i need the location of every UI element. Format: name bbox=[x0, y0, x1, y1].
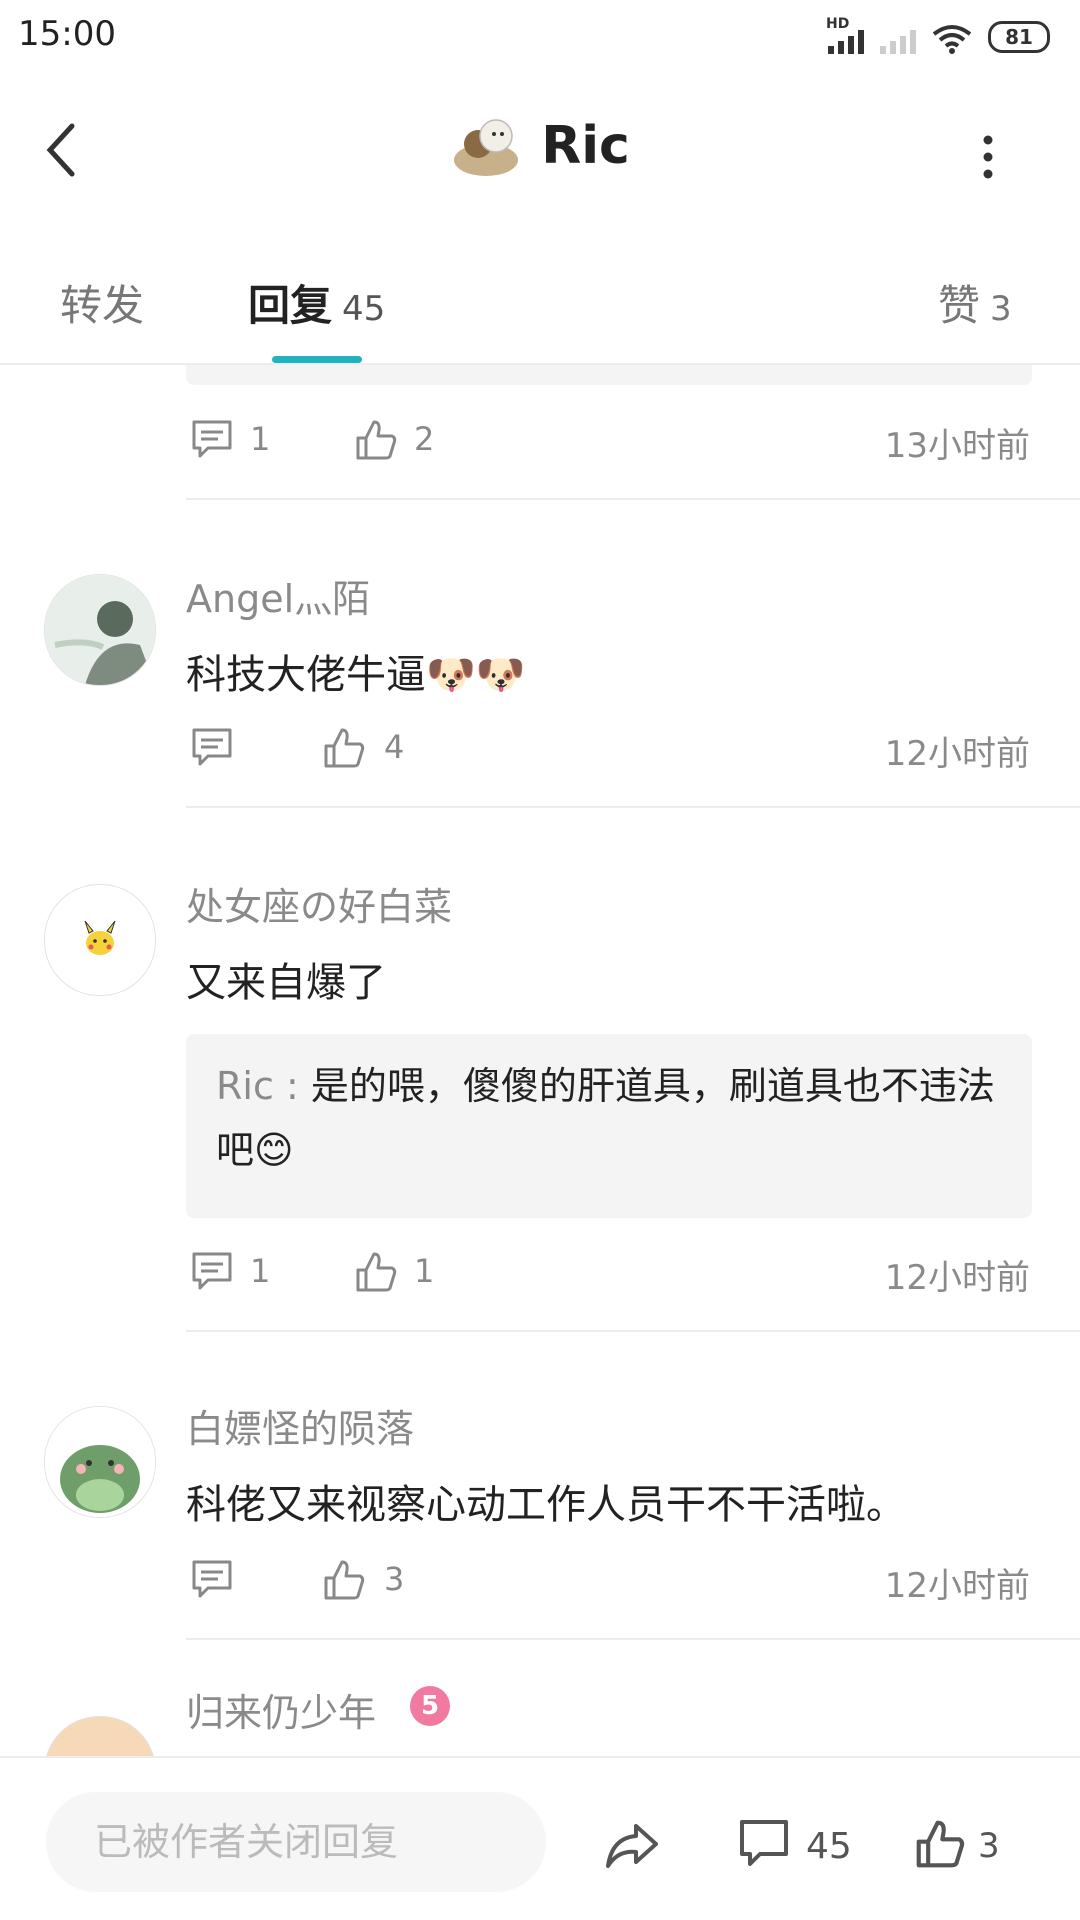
comment-time: 12小时前 bbox=[884, 734, 1030, 774]
comment-time: 13小时前 bbox=[884, 426, 1030, 466]
level-badge: 5 bbox=[410, 1686, 450, 1726]
thumbs-up-icon[interactable] bbox=[322, 726, 366, 770]
avatar[interactable] bbox=[44, 1406, 156, 1518]
comment-text: 科佬又来视察心动工作人员干不干活啦。 bbox=[186, 1482, 906, 1528]
quote-separator: : bbox=[273, 1064, 311, 1108]
like-count: 1 bbox=[414, 1252, 435, 1290]
comment-icon[interactable] bbox=[190, 418, 234, 462]
quote-box[interactable]: Ric : 是的喂，傻傻的肝道具，刷道具也不违法吧😊 bbox=[186, 1034, 1032, 1218]
status-bar: 15:00 HD 81 bbox=[0, 0, 1080, 70]
comment-count: 45 bbox=[806, 1826, 852, 1867]
like-count: 2 bbox=[414, 420, 435, 458]
thumbs-up-icon[interactable] bbox=[354, 1250, 398, 1294]
reply-count: 1 bbox=[250, 420, 271, 458]
comment-time: 12小时前 bbox=[884, 1566, 1030, 1606]
signal-2-icon bbox=[880, 30, 916, 54]
avatar[interactable] bbox=[44, 1716, 156, 1756]
tab-count: 45 bbox=[342, 289, 386, 329]
more-vertical-icon[interactable] bbox=[978, 132, 998, 182]
quote-box bbox=[186, 365, 1032, 385]
comment-icon[interactable] bbox=[190, 726, 234, 770]
quote-text: 是的喂，傻傻的肝道具，刷道具也不违法吧😊 bbox=[216, 1064, 995, 1172]
tab-count: 3 bbox=[990, 289, 1012, 329]
comment-author[interactable]: 归来仍少年 bbox=[186, 1682, 376, 1737]
user-avatar[interactable] bbox=[450, 110, 522, 182]
bottom-divider bbox=[0, 1756, 1080, 1758]
divider bbox=[186, 1330, 1080, 1332]
tab-repost[interactable]: 转发 bbox=[60, 272, 144, 333]
header-title-wrap: Ric bbox=[0, 110, 1080, 182]
thumbs-up-icon[interactable] bbox=[914, 1818, 966, 1870]
avatar[interactable] bbox=[44, 884, 156, 996]
like-count: 3 bbox=[384, 1560, 405, 1598]
avatar-image bbox=[45, 575, 155, 685]
tab-label: 回复 bbox=[248, 281, 333, 330]
reply-input[interactable]: 已被作者关闭回复 bbox=[46, 1792, 546, 1892]
comment-icon[interactable] bbox=[190, 1558, 234, 1602]
comment-partial: 归来仍少年 5 bbox=[0, 1680, 1080, 1756]
tab-indicator bbox=[272, 356, 362, 363]
quote-author: Ric bbox=[216, 1064, 274, 1108]
tab-likes[interactable]: 赞3 bbox=[938, 272, 1012, 333]
comment-text: 又来自爆了 bbox=[186, 960, 386, 1006]
like-count: 3 bbox=[978, 1826, 1000, 1866]
divider bbox=[186, 806, 1080, 808]
status-time: 15:00 bbox=[18, 14, 116, 54]
tab-label: 转发 bbox=[60, 281, 145, 330]
comment-icon[interactable] bbox=[190, 1250, 234, 1294]
comment-text: 科技大佬牛逼🐶🐶 bbox=[186, 652, 526, 698]
battery-icon: 81 bbox=[988, 21, 1050, 53]
avatar[interactable] bbox=[44, 574, 156, 686]
share-icon[interactable] bbox=[604, 1820, 660, 1872]
thumbs-up-icon[interactable] bbox=[354, 418, 398, 462]
signal-icon bbox=[828, 30, 864, 54]
avatar-image bbox=[84, 920, 116, 955]
tab-label: 赞 bbox=[938, 281, 981, 330]
page-title: Ric bbox=[541, 116, 630, 176]
comment-author[interactable]: 处女座の好白菜 bbox=[186, 876, 452, 931]
reply-count: 1 bbox=[250, 1252, 271, 1290]
wifi-icon bbox=[932, 25, 972, 54]
avatar-image bbox=[45, 1407, 155, 1517]
comment-author[interactable]: Angel灬陌 bbox=[186, 568, 370, 623]
divider bbox=[186, 1638, 1080, 1640]
comment-bubble-icon[interactable] bbox=[738, 1818, 790, 1870]
like-count: 4 bbox=[384, 728, 405, 766]
tab-replies[interactable]: 回复 45 bbox=[248, 272, 385, 333]
comment-author[interactable]: 白嫖怪的陨落 bbox=[186, 1398, 414, 1453]
divider bbox=[186, 498, 1080, 500]
comment-time: 12小时前 bbox=[884, 1258, 1030, 1298]
thumbs-up-icon[interactable] bbox=[322, 1558, 366, 1602]
quote-content: Ric : 是的喂，傻傻的肝道具，刷道具也不违法吧😊 bbox=[186, 1034, 1032, 1202]
